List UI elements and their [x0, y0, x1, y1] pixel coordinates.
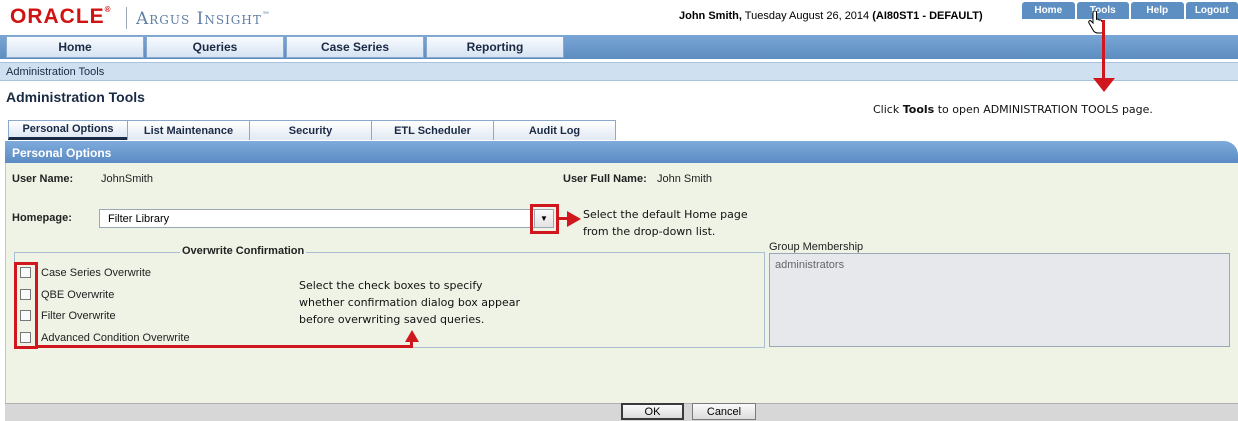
annotation-checkbox-line1: Select the check boxes to specify [299, 279, 483, 292]
group-membership-label: Group Membership [769, 241, 864, 253]
admin-tabs: Personal Options List Maintenance Securi… [8, 120, 616, 140]
page-title: Administration Tools [6, 89, 145, 105]
user-info: John Smith, Tuesday August 26, 2014 (AI8… [679, 10, 983, 22]
logo-separator [126, 7, 127, 29]
overwrite-confirmation-legend: Overwrite Confirmation [180, 245, 307, 257]
checkbox-label-advanced-condition-overwrite: Advanced Condition Overwrite [41, 332, 190, 344]
session-id: (AI80ST1 - DEFAULT) [872, 10, 983, 22]
annotation-tools-line [1102, 20, 1105, 80]
checkbox-label-filter-overwrite: Filter Overwrite [41, 310, 116, 322]
annotation-checkbox-line3: before overwriting saved queries. [299, 313, 485, 326]
oracle-registered-mark: ® [104, 5, 112, 14]
product-name: Argus Insight™ [136, 9, 271, 29]
arrow-down-icon [1093, 78, 1115, 92]
user-name-label: User Name: [12, 173, 74, 185]
product-trademark: ™ [261, 10, 271, 20]
section-title: Personal Options [12, 146, 112, 160]
group-membership-item[interactable]: administrators [775, 259, 844, 271]
breadcrumb: Administration Tools [6, 66, 105, 78]
top-link-logout[interactable]: Logout [1185, 2, 1238, 19]
annotation-checkbox-line-h [36, 345, 413, 348]
annotation-dropdown-box [530, 204, 559, 234]
checkbox-label-qbe-overwrite: QBE Overwrite [41, 289, 115, 301]
checkbox-label-case-series-overwrite: Case Series Overwrite [41, 267, 152, 279]
tab-etl-scheduler[interactable]: ETL Scheduler [371, 120, 494, 140]
product-name-text: Argus Insight [136, 9, 262, 29]
annotation-checkbox-line2: whether confirmation dialog box appear [299, 296, 520, 309]
homepage-label: Homepage: [12, 212, 72, 224]
full-name-label: User Full Name: [563, 173, 647, 185]
oracle-logo-text: ORACLE [10, 5, 105, 28]
nav-queries[interactable]: Queries [146, 36, 284, 58]
full-name-value: John Smith [657, 173, 713, 185]
annotation-homepage-note: Select the default Home page from the dr… [583, 206, 748, 240]
annotation-tools-note: Click Tools to open ADMINISTRATION TOOLS… [873, 101, 1153, 118]
arrow-right-icon [567, 211, 581, 227]
tab-personal-options[interactable]: Personal Options [8, 120, 128, 140]
main-nav: Home Queries Case Series Reporting [6, 36, 566, 58]
nav-reporting[interactable]: Reporting [426, 36, 564, 58]
annotation-tools-prefix: Click [873, 103, 903, 116]
homepage-selected-value: Filter Library [108, 213, 170, 225]
nav-home[interactable]: Home [6, 36, 144, 58]
top-link-home[interactable]: Home [1022, 2, 1075, 19]
user-name: John Smith, [679, 10, 742, 22]
arrow-up-icon [405, 330, 419, 342]
nav-case-series[interactable]: Case Series [286, 36, 424, 58]
top-link-help[interactable]: Help [1131, 2, 1184, 19]
session-date: Tuesday August 26, 2014 [741, 10, 873, 22]
annotation-tools-bold: Tools [902, 103, 935, 116]
top-links: Home Tools Help Logout [1022, 2, 1238, 19]
tab-security[interactable]: Security [249, 120, 372, 140]
cancel-button[interactable]: Cancel [692, 403, 756, 420]
section-header [5, 141, 1238, 163]
tab-list-maintenance[interactable]: List Maintenance [127, 120, 250, 140]
annotation-homepage-line2: from the drop-down list. [583, 225, 716, 238]
annotation-tools-suffix: to open ADMINISTRATION TOOLS page. [934, 103, 1153, 116]
annotation-checkbox-box [14, 262, 38, 349]
breadcrumb-bar [0, 62, 1238, 81]
annotation-homepage-line1: Select the default Home page [583, 208, 748, 221]
user-name-value: JohnSmith [101, 173, 153, 185]
tab-audit-log[interactable]: Audit Log [493, 120, 616, 140]
ok-button[interactable]: OK [621, 403, 684, 420]
annotation-checkbox-note: Select the check boxes to specify whethe… [299, 277, 520, 328]
oracle-logo: ORACLE® [10, 5, 112, 29]
